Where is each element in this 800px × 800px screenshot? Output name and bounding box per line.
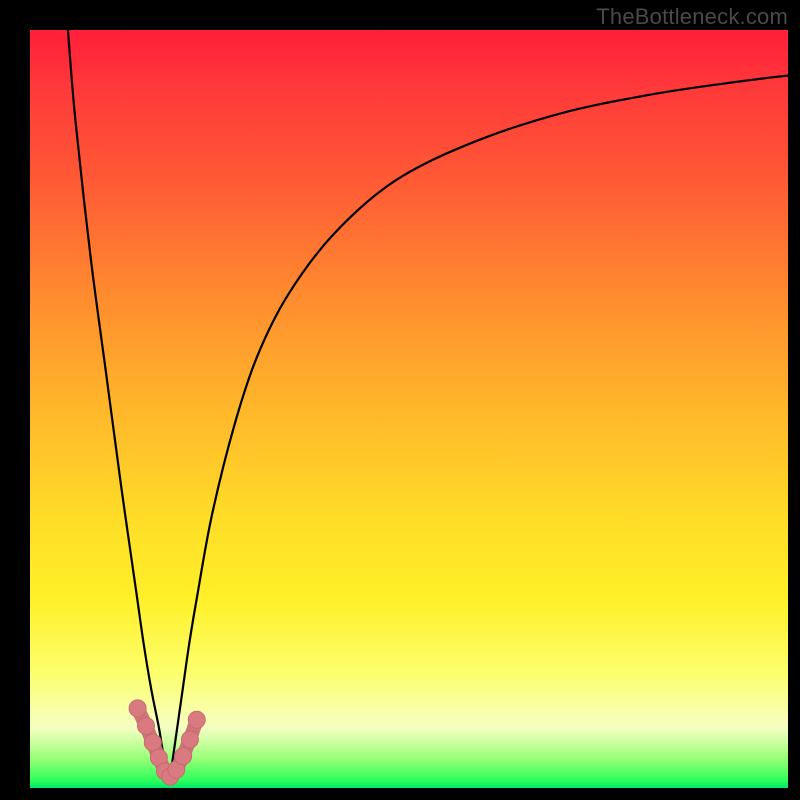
- marker-point: [181, 731, 198, 748]
- curve-right-branch: [170, 75, 788, 776]
- chart-svg: [30, 30, 788, 788]
- curve-left-branch: [68, 30, 170, 777]
- marker-point: [175, 748, 192, 765]
- watermark-text: TheBottleneck.com: [596, 4, 788, 30]
- plot-area: [30, 30, 788, 788]
- chart-frame: TheBottleneck.com: [0, 0, 800, 800]
- marker-point: [129, 700, 146, 717]
- marker-point: [137, 717, 154, 734]
- highlight-markers: [129, 700, 205, 785]
- marker-point: [144, 734, 161, 751]
- marker-point: [188, 711, 205, 728]
